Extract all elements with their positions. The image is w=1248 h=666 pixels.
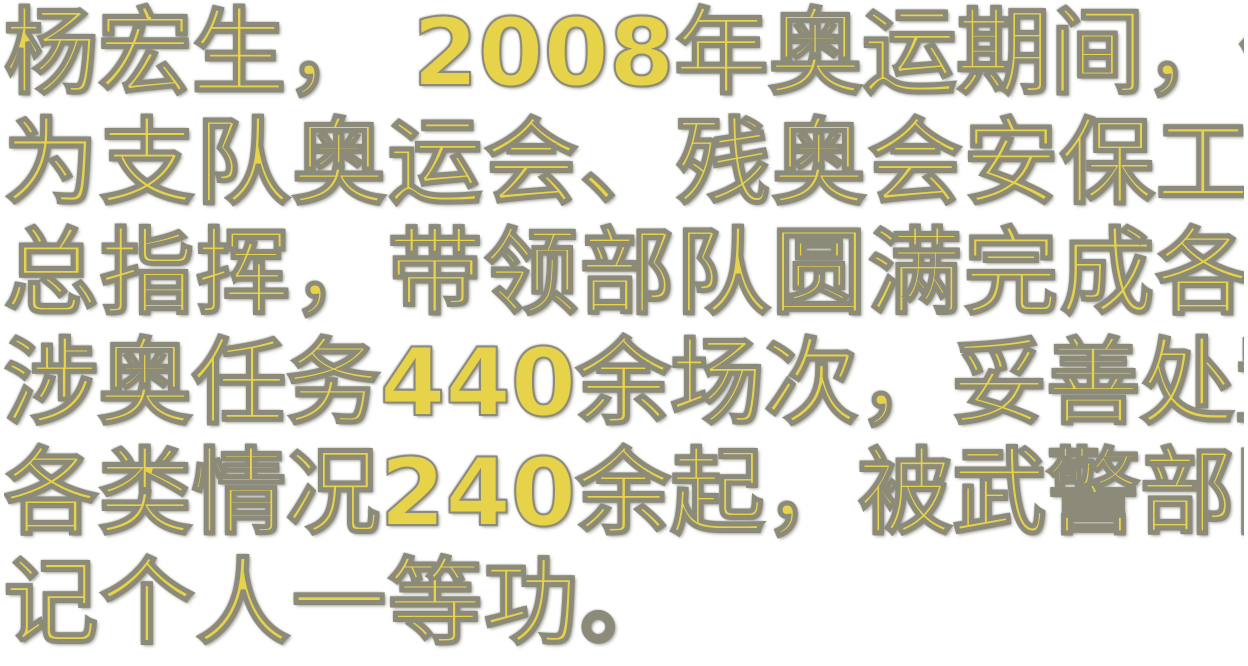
caption-line-6: 记个人一等功。 bbox=[4, 552, 677, 656]
caption-line-1: 杨宏生， 2008年奥运期间，作 bbox=[4, 2, 1244, 106]
caption-text-block: 杨宏生， 2008年奥运期间，作 为支队奥运会、残奥会安保工作 总指挥，带领部队… bbox=[0, 0, 1248, 666]
caption-line-4: 涉奥任务440余场次，妥善处置 bbox=[4, 332, 1244, 436]
caption-line-5: 各类情况240余起，被武警部队 bbox=[4, 442, 1244, 546]
caption-line-3: 总指挥，带领部队圆满完成各类 bbox=[4, 222, 1244, 326]
caption-line-2: 为支队奥运会、残奥会安保工作 bbox=[4, 112, 1244, 216]
